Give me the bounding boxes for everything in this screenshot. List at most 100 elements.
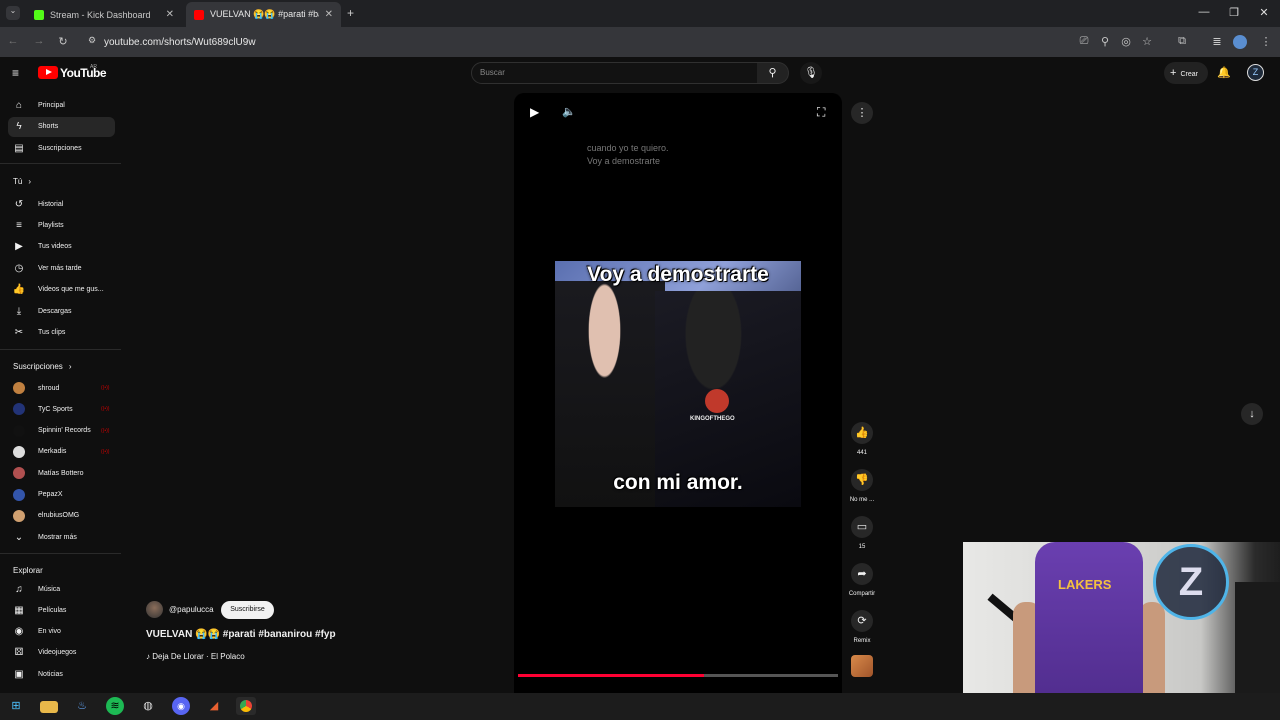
site-info-icon[interactable]: ⚙ <box>85 35 99 46</box>
sidebar-divider <box>0 163 121 164</box>
subscribe-button[interactable]: Suscribirse <box>221 601 274 619</box>
search-button[interactable]: ⚲ <box>757 62 789 84</box>
fullscreen-icon[interactable]: ⛶ <box>817 105 825 120</box>
forward-icon[interactable]: → <box>32 35 46 47</box>
tab-close-icon[interactable]: ✕ <box>325 9 333 20</box>
you-section-heading[interactable]: Tú › <box>13 177 31 186</box>
new-tab-button[interactable]: + <box>347 6 354 20</box>
tab-close-icon[interactable]: ✕ <box>166 9 174 20</box>
bookmark-star-icon[interactable]: ☆ <box>1140 35 1154 48</box>
cast-icon[interactable]: ⎚ <box>1077 35 1091 48</box>
sidebar-item-label: Películas <box>38 606 67 614</box>
remix-button[interactable]: ⟳ <box>851 610 873 632</box>
tab-kick-dashboard[interactable]: Stream - Kick Dashboard ✕ <box>26 2 182 27</box>
sidebar-item-elrubiusomg[interactable]: elrubiusOMG <box>8 506 115 526</box>
media-controls-icon[interactable]: ≣ <box>1210 35 1224 48</box>
steam-icon[interactable]: ♨ <box>73 697 91 715</box>
sidebar-item-principal[interactable]: ⌂ Principal <box>8 95 115 115</box>
like-button[interactable]: 👍 <box>851 422 873 444</box>
tab-youtube-short[interactable]: VUELVAN 😭😭 #parati #banan ✕ <box>186 2 341 27</box>
chevron-right-icon: › <box>28 177 32 186</box>
sidebar-item-videos-que-me-gus[interactable]: 👍 Videos que me gus... <box>8 280 115 300</box>
address-bar-url[interactable]: youtube.com/shorts/Wut689clU9w <box>104 37 256 48</box>
search-icon: ⚲ <box>768 67 777 79</box>
sidebar-item-en-vivo[interactable]: ◉ En vivo <box>8 622 115 642</box>
channel-avatar[interactable] <box>146 601 163 618</box>
channel-avatar-icon <box>13 509 25 522</box>
file-explorer-icon[interactable] <box>40 701 58 713</box>
sidebar-item-shroud[interactable]: shroud <box>8 378 115 398</box>
sidebar-item-tus-clips[interactable]: ✂ Tus clips <box>8 322 115 342</box>
sidebar-item-label: Merkadis <box>38 448 67 456</box>
sound-thumbnail[interactable] <box>851 655 873 677</box>
create-button[interactable]: + Crear <box>1164 62 1208 84</box>
profile-icon[interactable] <box>1233 35 1247 49</box>
video-title[interactable]: VUELVAN 😭😭 #parati #bananirou #fyp <box>146 629 336 640</box>
live-indicator-icon: ((•)) <box>101 406 110 413</box>
browser-menu-icon[interactable]: ⋮ <box>1259 35 1273 48</box>
search-input[interactable]: Buscar <box>471 62 758 84</box>
sidebar-item-m-sica[interactable]: ♫ Música <box>8 579 115 599</box>
sidebar-item-mostrar-m-s[interactable]: ⌄ Mostrar más <box>8 527 115 547</box>
sidebar-item-tus-videos[interactable]: ▶ Tus videos <box>8 237 115 257</box>
sidebar-item-descargas[interactable]: ⤓ Descargas <box>8 301 115 321</box>
play-icon[interactable]: ▶ <box>530 105 539 119</box>
video-frame[interactable]: KINGOFTHEGO Voy a demostrarte con mi amo… <box>555 261 801 507</box>
subscriptions-section-heading-label: Suscripciones <box>13 362 63 371</box>
sidebar-item-pel-culas[interactable]: ▦ Películas <box>8 600 115 620</box>
youtube-logo-icon[interactable] <box>38 66 58 79</box>
dislike-label: No me ... <box>849 497 875 503</box>
maximize-button[interactable]: ❐ <box>1222 6 1246 19</box>
thumbs-up-icon: 👍 <box>855 427 869 439</box>
notifications-bell-icon[interactable]: 🔔 <box>1217 66 1231 79</box>
subscriptions-section-heading[interactable]: Suscripciones › <box>13 362 71 371</box>
sidebar-item-label: Matías Bottero <box>38 469 84 477</box>
volume-icon[interactable]: 🔈 <box>562 105 576 118</box>
sidebar-item-pepazx[interactable]: PepazX <box>8 485 115 505</box>
close-window-button[interactable]: ✕ <box>1252 6 1276 19</box>
back-icon[interactable]: ← <box>6 35 20 47</box>
reload-icon[interactable]: ↻ <box>56 35 70 48</box>
account-avatar[interactable]: Z <box>1247 64 1264 81</box>
sidebar-item-tyc-sports[interactable]: TyC Sports <box>8 399 115 419</box>
extensions-icon[interactable]: ⧉ <box>1175 35 1189 48</box>
minimize-button[interactable]: — <box>1192 6 1216 18</box>
sidebar-item-shorts[interactable]: ϟ Shorts <box>8 116 115 137</box>
sidebar-item-ver-m-s-tarde[interactable]: ◷ Ver más tarde <box>8 258 115 278</box>
explore-section-heading[interactable]: Explorar <box>13 566 43 575</box>
chrome-icon[interactable] <box>236 697 256 715</box>
arrow-down-icon: ↓ <box>1249 408 1255 420</box>
music-credit[interactable]: ♪ Deja De Llorar · El Polaco <box>146 652 245 661</box>
comments-button[interactable]: ▭ <box>851 516 873 538</box>
sidebar-item-videojuegos[interactable]: ⚄ Videojuegos <box>8 643 115 663</box>
discord-icon[interactable]: ◉ <box>172 697 190 715</box>
spotify-icon[interactable]: ≋ <box>106 697 124 715</box>
live-indicator-icon: ((•)) <box>101 448 110 455</box>
windows-start-icon[interactable]: ⊞ <box>7 697 25 715</box>
zoom-icon[interactable]: ⚲ <box>1098 35 1112 48</box>
dislike-button[interactable]: 👎 <box>851 469 873 491</box>
sidebar-item-spinnin-records[interactable]: Spinnin' Records <box>8 421 115 441</box>
app-icon[interactable]: ◢ <box>205 697 223 715</box>
more-options-icon[interactable]: ⋮ <box>851 102 873 124</box>
guide-menu-icon[interactable]: ≡ <box>12 66 19 80</box>
country-code: AR <box>90 64 97 70</box>
sidebar-item-playlists[interactable]: ≡ Playlists <box>8 215 115 235</box>
sidebar-item-suscripciones[interactable]: ▤ Suscripciones <box>8 138 115 158</box>
progress-fill[interactable] <box>518 674 704 677</box>
clips-icon: ✂ <box>14 326 24 338</box>
youtube-logo-text[interactable]: YouTube <box>60 66 107 80</box>
tab-search-button[interactable]: ⌄ <box>6 6 20 20</box>
obs-icon[interactable]: ◍ <box>139 697 157 715</box>
voice-search-button[interactable]: 🎙 <box>800 62 822 84</box>
sidebar-item-historial[interactable]: ↺ Historial <box>8 194 115 214</box>
sidebar-item-merkadis[interactable]: Merkadis <box>8 442 115 462</box>
channel-name[interactable]: @papulucca <box>169 605 214 614</box>
next-short-button[interactable]: ↓ <box>1241 403 1263 425</box>
share-button[interactable]: ➦ <box>851 563 873 585</box>
sidebar-item-mat-as-bottero[interactable]: Matías Bottero <box>8 463 115 483</box>
sidebar-item-noticias[interactable]: ▣ Noticias <box>8 664 115 684</box>
lyrics-text: cuando yo te quiero. Voy a demostrarte <box>587 143 669 166</box>
sidebar-item-label: Playlists <box>38 221 64 229</box>
eye-off-icon[interactable]: ◎ <box>1119 35 1133 48</box>
